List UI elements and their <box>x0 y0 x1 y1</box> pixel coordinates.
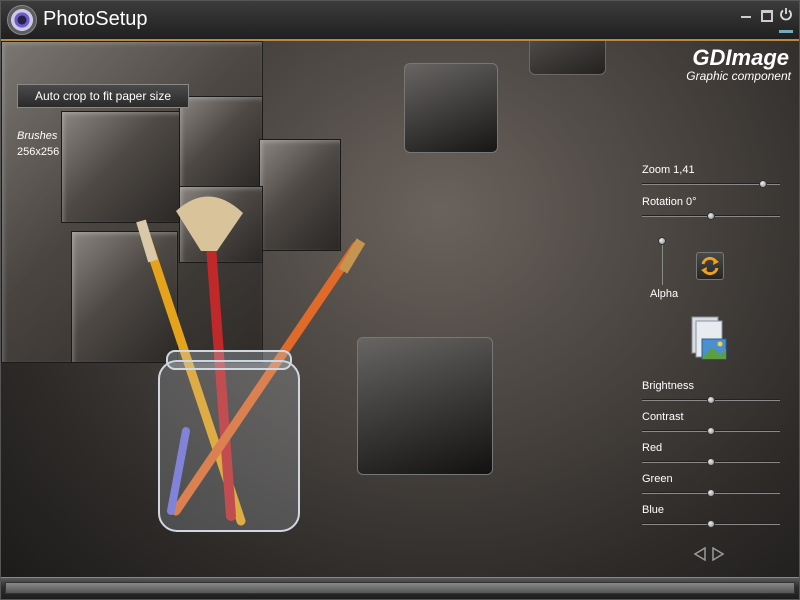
image-size: 256x256 <box>17 146 60 158</box>
contrast-label: Contrast <box>642 411 684 423</box>
glass-jar <box>158 360 300 532</box>
refresh-button[interactable] <box>696 252 724 280</box>
zoom-slider[interactable] <box>642 180 780 188</box>
red-label: Red <box>642 442 663 454</box>
brightness-slider[interactable] <box>642 396 780 404</box>
rotation-slider-thumb[interactable] <box>707 212 715 220</box>
green-label: Green <box>642 473 673 485</box>
green-slider-thumb[interactable] <box>707 489 715 497</box>
status-strip <box>779 30 793 33</box>
brand-subtitle: Graphic component <box>686 69 791 83</box>
triangle-left-icon[interactable] <box>693 547 707 561</box>
blue-slider[interactable] <box>642 520 780 528</box>
alpha-label: Alpha <box>650 288 679 300</box>
title-bar[interactable]: PhotoSetup <box>1 1 799 41</box>
maximize-icon[interactable] <box>759 7 773 22</box>
blue-slider-thumb[interactable] <box>707 520 715 528</box>
horizontal-scrollbar[interactable] <box>5 582 795 594</box>
power-icon[interactable] <box>779 7 793 21</box>
image-library-icon[interactable] <box>690 315 728 363</box>
green-slider[interactable] <box>642 489 780 497</box>
cube-block <box>179 96 263 188</box>
alpha-slider[interactable] <box>658 237 666 285</box>
brand-title: GDImage <box>692 45 789 70</box>
app-logo-icon <box>7 5 37 35</box>
rotation-slider[interactable] <box>642 212 780 220</box>
minimize-icon[interactable] <box>739 7 753 21</box>
alpha-slider-thumb[interactable] <box>658 237 666 245</box>
blue-label: Blue <box>642 504 665 516</box>
window-title: PhotoSetup <box>43 8 148 30</box>
glass-cube <box>357 337 493 475</box>
contrast-slider[interactable] <box>642 427 780 435</box>
triangle-right-icon[interactable] <box>711 547 725 561</box>
glass-cube <box>404 63 498 153</box>
refresh-icon <box>701 256 719 276</box>
brightness-label: Brightness <box>642 380 694 392</box>
auto-crop-button[interactable]: Auto crop to fit paper size <box>17 84 189 108</box>
image-name: Brushes <box>17 130 58 142</box>
rotation-label: Rotation 0° <box>642 196 697 208</box>
brightness-slider-thumb[interactable] <box>707 396 715 404</box>
zoom-slider-thumb[interactable] <box>759 180 767 188</box>
zoom-label: Zoom 1,41 <box>642 164 695 176</box>
red-slider[interactable] <box>642 458 780 466</box>
brushes-jar-image <box>136 196 366 532</box>
photosetup-window: PhotoSetup Auto crop to fit paper size B… <box>0 0 800 600</box>
contrast-slider-thumb[interactable] <box>707 427 715 435</box>
status-bar <box>1 577 799 599</box>
red-slider-thumb[interactable] <box>707 458 715 466</box>
